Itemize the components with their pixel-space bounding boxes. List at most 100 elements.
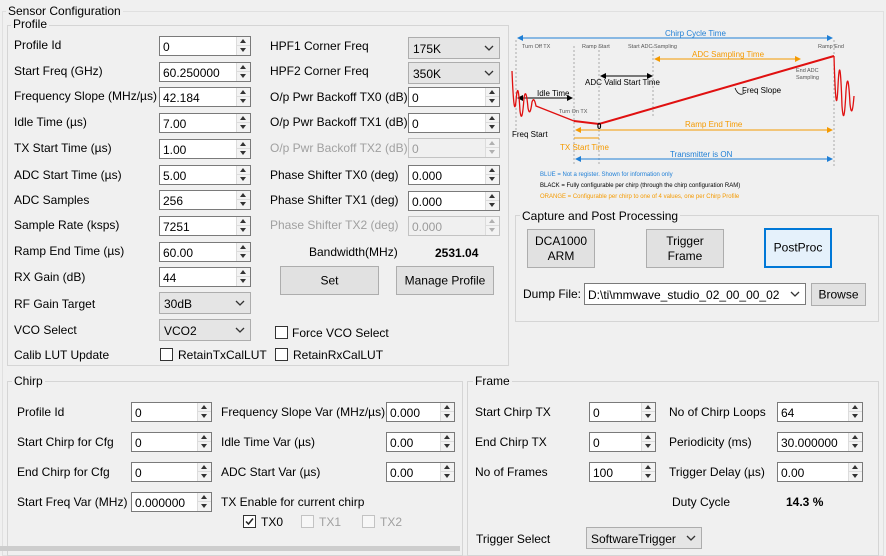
hpf1-select[interactable]: 175K xyxy=(408,37,500,59)
spin-down-icon[interactable] xyxy=(198,442,211,451)
trigger-select[interactable]: SoftwareTrigger xyxy=(586,527,702,549)
spin-down-icon[interactable] xyxy=(486,201,499,210)
horizontal-scrollbar[interactable] xyxy=(0,546,460,551)
end-chirp-tx-input[interactable]: 0 xyxy=(589,432,656,452)
spin-up-icon[interactable] xyxy=(237,243,250,252)
no-of-frames-input[interactable]: 100 xyxy=(589,462,656,482)
tx-start-time-input[interactable]: 1.00 xyxy=(159,139,251,159)
spin-up-icon[interactable] xyxy=(198,463,211,472)
spin-down-icon[interactable] xyxy=(486,175,499,184)
spin-down-icon[interactable] xyxy=(237,252,250,261)
pwr-backoff-tx2-label: O/p Pwr Backoff TX2 (dB) xyxy=(270,141,408,155)
dump-file-select[interactable]: D:\ti\mmwave_studio_02_00_00_02 xyxy=(584,283,806,305)
spin-up-icon[interactable] xyxy=(642,463,655,472)
retain-tx-cal-lut-checkbox[interactable] xyxy=(160,348,173,361)
start-freq-input[interactable]: 60.250000 xyxy=(159,62,251,82)
start-chirp-tx-input[interactable]: 0 xyxy=(589,402,656,422)
spin-up-icon[interactable] xyxy=(849,463,862,472)
spin-up-icon[interactable] xyxy=(642,433,655,442)
spin-up-icon[interactable] xyxy=(198,403,211,412)
manage-profile-button[interactable]: Manage Profile xyxy=(396,266,494,295)
sample-rate-input[interactable]: 7251 xyxy=(159,216,251,236)
spin-down-icon[interactable] xyxy=(642,442,655,451)
spin-up-icon[interactable] xyxy=(237,63,250,72)
hpf2-select[interactable]: 350K xyxy=(408,62,500,84)
spin-down-icon[interactable] xyxy=(237,200,250,209)
spin-up-icon[interactable] xyxy=(849,433,862,442)
spin-up-icon[interactable] xyxy=(237,88,250,97)
adc-start-time-input[interactable]: 5.00 xyxy=(159,165,251,185)
spin-up-icon[interactable] xyxy=(237,37,250,46)
spin-up-icon[interactable] xyxy=(486,88,499,97)
freq-slope-input[interactable]: 42.184 xyxy=(159,87,251,107)
spin-up-icon[interactable] xyxy=(441,403,454,412)
spin-up-icon[interactable] xyxy=(237,114,250,123)
spin-up-icon[interactable] xyxy=(441,463,454,472)
phase-shifter-tx1-input[interactable]: 0.000 xyxy=(408,191,500,211)
spin-down-icon[interactable] xyxy=(441,442,454,451)
freq-slope-var-input[interactable]: 0.000 xyxy=(386,402,455,422)
spin-down-icon[interactable] xyxy=(237,46,250,55)
spin-up-icon[interactable] xyxy=(486,114,499,123)
phase-shifter-tx0-input[interactable]: 0.000 xyxy=(408,165,500,185)
spin-up-icon[interactable] xyxy=(486,166,499,175)
spin-down-icon[interactable] xyxy=(237,277,250,286)
spin-down-icon[interactable] xyxy=(237,226,250,235)
end-chirp-cfg-input[interactable]: 0 xyxy=(131,462,212,482)
ramp-end-time-input[interactable]: 60.00 xyxy=(159,242,251,262)
force-vco-checkbox[interactable] xyxy=(275,326,288,339)
spin-up-icon[interactable] xyxy=(237,217,250,226)
adc-start-var-input[interactable]: 0.00 xyxy=(386,462,455,482)
start-freq-var-input[interactable]: 0.000000 xyxy=(131,492,212,512)
idle-time-var-input[interactable]: 0.00 xyxy=(386,432,455,452)
spin-down-icon[interactable] xyxy=(198,412,211,421)
set-button[interactable]: Set xyxy=(280,266,379,295)
postproc-button[interactable]: PostProc xyxy=(764,228,832,268)
spin-down-icon[interactable] xyxy=(198,502,211,511)
idle-time-input[interactable]: 7.00 xyxy=(159,113,251,133)
profile-id-input[interactable]: 0 xyxy=(159,36,251,56)
tx0-checkbox[interactable] xyxy=(243,515,256,528)
browse-button[interactable]: Browse xyxy=(811,283,866,306)
spin-down-icon[interactable] xyxy=(849,472,862,481)
rx-gain-input[interactable]: 44 xyxy=(159,267,251,287)
spin-down-icon[interactable] xyxy=(849,412,862,421)
spin-up-icon[interactable] xyxy=(198,493,211,502)
spin-down-icon[interactable] xyxy=(237,149,250,158)
spin-up-icon[interactable] xyxy=(237,191,250,200)
periodicity-input[interactable]: 30.000000 xyxy=(777,432,863,452)
spin-up-icon[interactable] xyxy=(486,192,499,201)
dca1000-arm-button[interactable]: DCA1000 ARM xyxy=(527,229,595,268)
spin-down-icon[interactable] xyxy=(237,72,250,81)
retain-rx-cal-lut-checkbox[interactable] xyxy=(275,348,288,361)
pwr-backoff-tx1-input[interactable]: 0 xyxy=(408,113,500,133)
rf-gain-target-select[interactable]: 30dB xyxy=(159,292,251,314)
spin-down-icon[interactable] xyxy=(642,472,655,481)
spin-up-icon[interactable] xyxy=(441,433,454,442)
spin-up-icon[interactable] xyxy=(237,166,250,175)
spin-up-icon[interactable] xyxy=(237,140,250,149)
spin-down-icon[interactable] xyxy=(237,175,250,184)
spin-down-icon[interactable] xyxy=(198,472,211,481)
spin-up-icon[interactable] xyxy=(198,433,211,442)
adc-samples-input[interactable]: 256 xyxy=(159,190,251,210)
spin-down-icon[interactable] xyxy=(642,412,655,421)
chirp-profile-id-input[interactable]: 0 xyxy=(131,402,212,422)
spin-down-icon[interactable] xyxy=(849,442,862,451)
spin-down-icon[interactable] xyxy=(486,123,499,132)
no-of-frames-label: No of Frames xyxy=(475,465,548,479)
spin-down-icon[interactable] xyxy=(237,97,250,106)
trigger-frame-button[interactable]: Trigger Frame xyxy=(646,229,724,268)
vco-select[interactable]: VCO2 xyxy=(159,319,251,341)
trigger-delay-input[interactable]: 0.00 xyxy=(777,462,863,482)
chirp-loops-input[interactable]: 64 xyxy=(777,402,863,422)
spin-up-icon[interactable] xyxy=(237,268,250,277)
spin-down-icon[interactable] xyxy=(237,123,250,132)
start-chirp-cfg-input[interactable]: 0 xyxy=(131,432,212,452)
spin-down-icon[interactable] xyxy=(441,472,454,481)
spin-up-icon[interactable] xyxy=(849,403,862,412)
spin-down-icon[interactable] xyxy=(486,97,499,106)
spin-up-icon[interactable] xyxy=(642,403,655,412)
spin-down-icon[interactable] xyxy=(441,412,454,421)
pwr-backoff-tx0-input[interactable]: 0 xyxy=(408,87,500,107)
